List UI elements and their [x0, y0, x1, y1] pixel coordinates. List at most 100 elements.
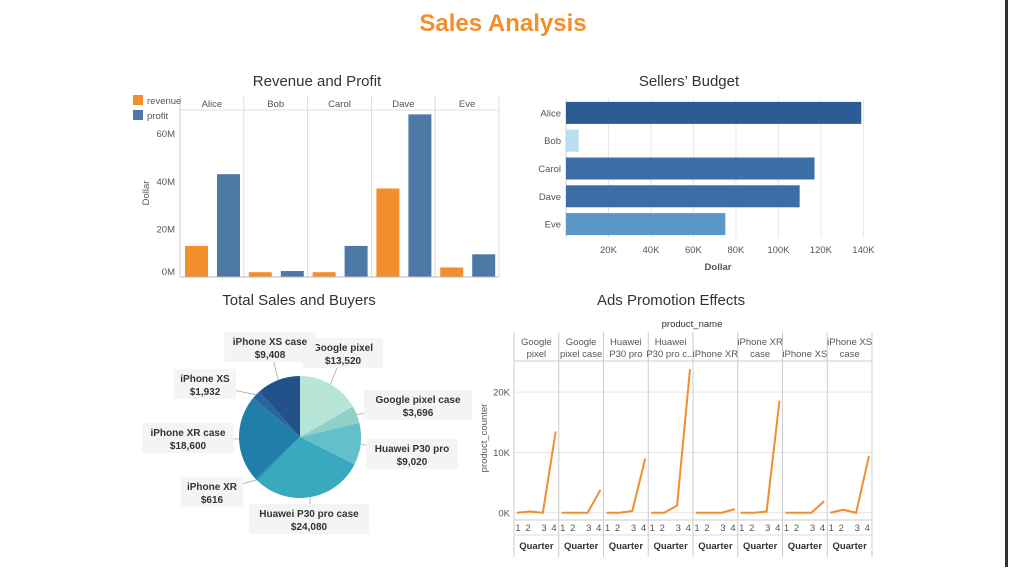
panel-header-line: Google — [566, 337, 597, 348]
x-tick-label: 2 — [749, 523, 754, 534]
bar-profit-dave — [408, 114, 432, 278]
bar-profit-eve — [472, 254, 496, 277]
x-tick-label: 1 — [560, 523, 565, 534]
x-tick-label: 3 — [541, 523, 546, 534]
x-tick-label: 4 — [641, 523, 646, 534]
x-tick-label: 2 — [525, 523, 530, 534]
y-tick-label: 60M — [157, 129, 176, 140]
x-tick-label: 4 — [686, 523, 691, 534]
x-tick-label: 4 — [820, 523, 825, 534]
x-axis-label: Dollar — [705, 262, 732, 273]
chart-title-total-sales: Total Sales and Buyers — [222, 292, 375, 309]
x-tick-label: 2 — [615, 523, 620, 534]
x-tick-label: 40K — [643, 245, 661, 256]
column-header-alice: Alice — [202, 99, 223, 110]
pie-label-google-pixel: Google pixel — [313, 343, 373, 354]
line-series-iphone-xs — [785, 500, 825, 514]
x-tick-label: 80K — [727, 245, 745, 256]
x-tick-label: 100K — [767, 245, 790, 256]
x-tick-label: 1 — [650, 523, 655, 534]
bar-revenue-alice — [185, 245, 208, 277]
x-tick-label: 1 — [605, 523, 610, 534]
pie-value-iphone-xs-case: $9,408 — [255, 350, 286, 361]
panel-header-line: Huawei — [655, 337, 687, 348]
x-tick-label: 140K — [852, 245, 875, 256]
bar-revenue-bob — [248, 272, 272, 277]
line-series-huawei-p30-pro-c- — [651, 369, 691, 514]
chart-title-ads-promotion: Ads Promotion Effects — [597, 292, 745, 309]
pie-value-google-pixel: $13,520 — [325, 356, 362, 367]
x-tick-label: 4 — [730, 523, 735, 534]
column-header-dave: Dave — [392, 99, 414, 110]
x-axis-label: Quarter — [832, 541, 867, 552]
bar-profit-bob — [280, 271, 304, 277]
x-tick-label: 1 — [739, 523, 744, 534]
x-axis-label: Quarter — [609, 541, 644, 552]
x-tick-label: 1 — [784, 523, 789, 534]
x-tick-label: 3 — [676, 523, 681, 534]
x-tick-label: 2 — [660, 523, 665, 534]
x-tick-label: 2 — [794, 523, 799, 534]
x-axis-label: Quarter — [698, 541, 733, 552]
panel-header-line: Huawei — [610, 337, 642, 348]
column-header-carol: Carol — [328, 99, 351, 110]
y-tick-label: 10K — [493, 448, 511, 459]
x-tick-label: 1 — [694, 523, 699, 534]
y-tick-label-alice: Alice — [540, 108, 561, 119]
legend-label-revenue: revenue — [147, 96, 181, 107]
x-tick-label: 3 — [720, 523, 725, 534]
x-axis-label: Quarter — [788, 541, 823, 552]
line-series-iphone-xr — [696, 508, 736, 514]
line-series-iphone-xr-case — [740, 400, 781, 514]
pie-label-iphone-xr: iPhone XR — [187, 482, 238, 493]
y-tick-label-bob: Bob — [544, 136, 561, 147]
x-tick-label: 4 — [775, 523, 780, 534]
panel-header-line: iPhone XS — [827, 337, 872, 348]
panel-header-line: case — [840, 349, 860, 360]
column-header-bob: Bob — [267, 99, 284, 110]
pie-value-huawei-p30-pro-case: $24,080 — [291, 522, 328, 533]
dashboard-canvas: Sales Analysis Revenue and Profit Alice Bo… — [133, 10, 875, 557]
line-series-huawei-p30-pro — [606, 458, 647, 514]
x-axis-label: Quarter — [519, 541, 554, 552]
line-series-iphone-xs-case — [830, 455, 870, 514]
line-series-google-pixel — [516, 431, 557, 514]
bar-revenue-carol — [312, 272, 336, 277]
x-tick-label: 1 — [829, 523, 834, 534]
pie-value-iphone-xr: $616 — [201, 495, 224, 506]
panel-header-line: iPhone XR — [737, 337, 783, 348]
x-tick-label: 120K — [810, 245, 833, 256]
y-tick-label: 0M — [162, 267, 175, 278]
x-axis-label: Quarter — [743, 541, 778, 552]
pie-label-google-pixel-case: Google pixel case — [375, 395, 460, 406]
y-tick-label: 20K — [493, 388, 511, 399]
column-header-product-name: product_name — [662, 319, 723, 330]
x-axis-label: Quarter — [653, 541, 688, 552]
y-tick-label: 40M — [157, 177, 176, 188]
pie-value-google-pixel-case: $3,696 — [403, 408, 434, 419]
x-axis-label: Quarter — [564, 541, 599, 552]
x-tick-label: 4 — [551, 523, 556, 534]
panel-header-line: P30 pro — [609, 349, 642, 360]
legend-label-profit: profit — [147, 111, 168, 122]
x-tick-label: 20K — [600, 245, 618, 256]
x-tick-label: 1 — [515, 523, 520, 534]
pie-label-huawei-p30-pro-case: Huawei P30 pro case — [259, 509, 359, 520]
pie-label-iphone-xr-case: iPhone XR case — [150, 428, 225, 439]
dashboard: Sales Analysis Revenue and Profit Alice Bo… — [0, 0, 1009, 567]
x-tick-label: 2 — [839, 523, 844, 534]
dashboard-title: Sales Analysis — [419, 10, 586, 37]
legend-swatch-revenue — [133, 95, 143, 105]
bar-budget-alice — [566, 101, 862, 124]
x-tick-label: 2 — [570, 523, 575, 534]
pie-value-iphone-xr-case: $18,600 — [170, 441, 207, 452]
x-tick-label: 2 — [704, 523, 709, 534]
panel-header-line: iPhone XR — [693, 349, 739, 360]
pie-label-iphone-xs: iPhone XS — [180, 374, 230, 385]
bar-revenue-eve — [440, 267, 464, 277]
bar-budget-eve — [566, 213, 726, 236]
x-tick-label: 3 — [810, 523, 815, 534]
line-series-google-pixel-case — [561, 489, 602, 514]
y-tick-label: 0K — [498, 508, 510, 519]
legend-swatch-profit — [133, 110, 143, 120]
